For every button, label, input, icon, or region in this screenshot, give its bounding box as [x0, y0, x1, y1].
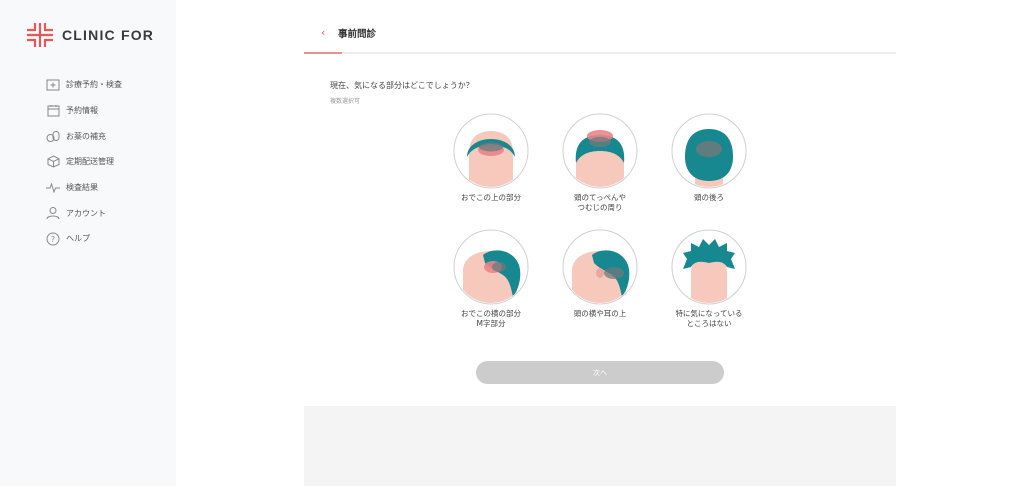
full-hair-illustration: [671, 229, 747, 305]
page-title: 事前問診: [338, 29, 377, 40]
pills-icon: [46, 129, 60, 143]
option-back-of-head[interactable]: 頭の後ろ: [654, 113, 764, 203]
sidebar-item-label: アカウント: [66, 208, 106, 218]
sidebar-item-label: お薬の補充: [66, 131, 106, 141]
next-button[interactable]: 次へ: [476, 361, 724, 384]
progress-bar: [304, 52, 896, 54]
sidebar-item-medicine-refill[interactable]: お薬の補充: [46, 123, 122, 149]
forehead-top-illustration: [453, 113, 529, 189]
m-shape-illustration: [453, 229, 529, 305]
back-of-head-illustration: [671, 113, 747, 189]
calendar-icon: [46, 104, 60, 118]
pulse-icon: [46, 181, 60, 195]
sidebar-item-delivery[interactable]: 定期配送管理: [46, 149, 122, 175]
sidebar-item-help[interactable]: ? ヘルプ: [46, 226, 122, 252]
footer-area: [304, 406, 896, 486]
logo-icon: [27, 23, 53, 47]
sidebar: CLINIC FOR 診療予約・検査 予約情報 お薬の補充 定期配送管理 検査結…: [0, 0, 176, 486]
sidebar-item-label: 検査結果: [66, 183, 98, 193]
chevron-left-icon[interactable]: ‹: [321, 26, 325, 39]
question-note: 複数選択可: [330, 98, 361, 105]
sidebar-item-label: 診療予約・検査: [66, 80, 122, 90]
option-label: おでこの上の部分: [461, 193, 521, 202]
sidebar-nav: 診療予約・検査 予約情報 お薬の補充 定期配送管理 検査結果 アカウント ? ヘ…: [46, 72, 122, 252]
option-label: おでこの横の部分 M字部分: [461, 309, 521, 328]
option-forehead-top[interactable]: おでこの上の部分: [436, 113, 546, 203]
logo[interactable]: CLINIC FOR: [26, 22, 154, 48]
question-text: 現在、気になる部分はどこでしょうか？: [330, 81, 474, 90]
sidebar-item-reservation-info[interactable]: 予約情報: [46, 98, 122, 124]
help-icon: ?: [46, 232, 60, 246]
user-icon: [46, 206, 60, 220]
option-label: 頭の後ろ: [694, 193, 724, 202]
svg-text:?: ?: [51, 235, 55, 244]
sidebar-item-test-results[interactable]: 検査結果: [46, 175, 122, 201]
side-ear-illustration: [562, 229, 638, 305]
option-none[interactable]: 特に気になっている ところはない: [654, 229, 764, 329]
crown-illustration: [562, 113, 638, 189]
option-crown[interactable]: 頭のてっぺんや つむじの周り: [545, 113, 655, 213]
option-label: 特に気になっている ところはない: [675, 309, 743, 328]
sidebar-item-clinic-reservation[interactable]: 診療予約・検査: [46, 72, 122, 98]
clinic-icon: [46, 78, 60, 92]
option-side-ear[interactable]: 頭の横や耳の上: [545, 229, 655, 319]
option-label: 頭の横や耳の上: [573, 309, 627, 318]
sidebar-item-label: 予約情報: [66, 106, 98, 116]
sidebar-item-account[interactable]: アカウント: [46, 200, 122, 226]
box-icon: [46, 155, 60, 169]
sidebar-item-label: 定期配送管理: [66, 157, 114, 167]
sidebar-item-label: ヘルプ: [66, 234, 90, 244]
logo-text: CLINIC FOR: [62, 27, 155, 43]
progress-fill: [304, 52, 343, 54]
option-m-shape[interactable]: おでこの横の部分 M字部分: [436, 229, 546, 329]
page-header: ‹ 事前問診: [304, 20, 896, 50]
option-label: 頭のてっぺんや つむじの周り: [573, 193, 627, 212]
